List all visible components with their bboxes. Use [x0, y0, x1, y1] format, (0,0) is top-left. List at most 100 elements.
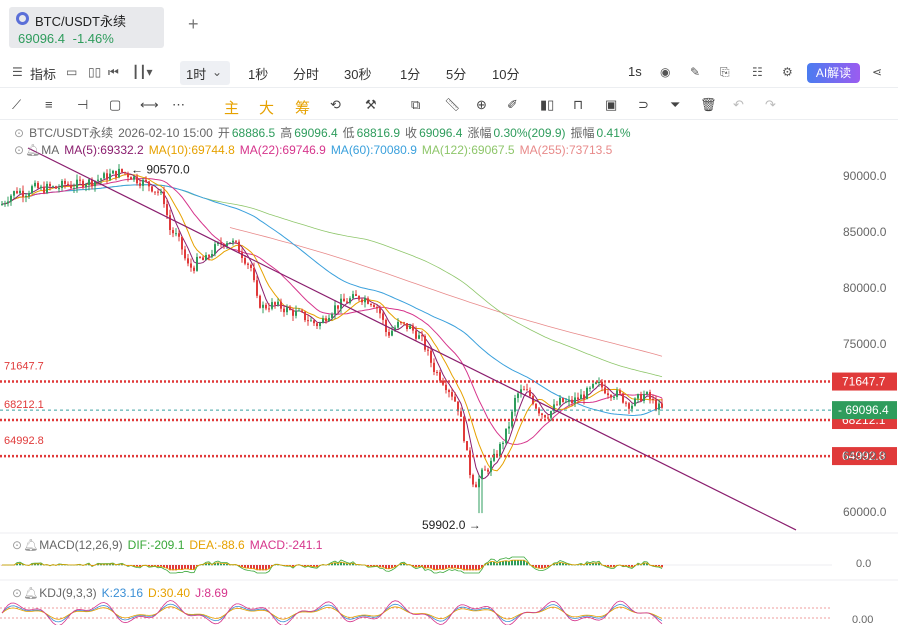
candle-body — [598, 381, 600, 383]
kdj-j: J:8.69 — [195, 586, 228, 600]
indicator-icon[interactable]: ☰ — [12, 65, 23, 79]
rectangle-tool-icon[interactable]: ▢ — [109, 97, 121, 113]
candle-body — [622, 393, 624, 403]
candle-body — [490, 460, 492, 472]
large-order-tool[interactable]: 大 — [259, 97, 274, 118]
interval-1m[interactable]: 1分 — [400, 64, 420, 83]
template-icon[interactable]: ▭ — [66, 65, 77, 79]
indicators-button[interactable]: 指标 — [30, 64, 56, 83]
sync-icon[interactable]: ⟲ — [330, 97, 341, 113]
trendline[interactable] — [27, 147, 797, 531]
layout-icon[interactable]: ▯▯ — [88, 65, 101, 79]
camera-icon[interactable]: ◉ — [660, 65, 670, 79]
candle-body — [448, 390, 450, 393]
undo-icon[interactable]: ↶ — [733, 97, 744, 113]
candle-body — [658, 403, 660, 410]
candle-body — [427, 349, 429, 351]
copy-icon[interactable]: ⧉ — [411, 97, 420, 113]
kdj-bell-icon[interactable]: 🔔︎ — [23, 586, 38, 600]
ma255-value: MA(255):73713.5 — [519, 143, 613, 157]
horizontal-levels[interactable]: 71647.771647.768212.168212.164992.864992… — [0, 361, 897, 466]
interval-1s[interactable]: 1秒 — [248, 64, 268, 83]
main-chip-tool[interactable]: 主 — [224, 97, 239, 118]
symbol-tab[interactable]: BTC/USDT永续 69096.4 -1.46% — [9, 7, 164, 48]
range-tool-icon[interactable]: ⟷ — [140, 97, 159, 113]
candle-body — [418, 335, 420, 339]
interval-30s[interactable]: 30秒 — [344, 64, 371, 83]
trash-icon[interactable]: 🗑︎ — [700, 97, 717, 113]
candle-body — [55, 186, 57, 189]
bell-icon[interactable]: 🔔︎ — [25, 143, 40, 157]
replay-icon[interactable]: ⏮ — [108, 65, 119, 80]
ai-interpret-button[interactable]: AI解读 — [807, 63, 860, 83]
more-tools-icon[interactable]: ⋯ — [172, 97, 185, 113]
speed-setting[interactable]: 1s — [628, 64, 642, 79]
candle-body — [361, 299, 363, 303]
trendline-tool-icon[interactable]: ⟋ — [12, 97, 21, 113]
candle-body — [283, 308, 285, 313]
legend-open-label: 开 — [217, 126, 230, 140]
macd-bell-icon[interactable]: 🔔︎ — [23, 538, 38, 552]
ma-legend: ⊙🔔︎MA MA(5):69332.2 MA(10):69744.8 MA(22):6… — [14, 143, 617, 157]
interval-timeshare[interactable]: 分时 — [293, 64, 319, 83]
interval-10m[interactable]: 10分 — [492, 64, 519, 83]
interval-5m[interactable]: 5分 — [446, 64, 466, 83]
filter-icon[interactable]: ⏷ — [670, 97, 680, 113]
candle-body — [7, 201, 9, 204]
candle-body — [187, 258, 189, 264]
lock-icon[interactable]: ⊓ — [573, 97, 583, 113]
candle-body — [265, 304, 267, 309]
chip-distribution-tool[interactable]: 筹 — [295, 97, 310, 118]
chart-type-icon[interactable]: ┃┃▾ — [132, 65, 152, 79]
candle-body — [1, 204, 3, 206]
candle-body — [232, 240, 234, 243]
redo-icon[interactable]: ↷ — [765, 97, 776, 113]
magic-tool-icon[interactable]: ⚒ — [365, 97, 377, 113]
pencil-icon[interactable]: ✎ — [690, 65, 700, 79]
ruler-icon[interactable]: 📏︎ — [444, 97, 461, 113]
share-icon[interactable]: ⋖ — [872, 65, 882, 79]
macd-bar — [460, 565, 462, 569]
chevron-down-icon[interactable]: ⌄ — [212, 65, 222, 79]
horizontal-lines-tool-icon[interactable]: ≡ — [45, 97, 53, 112]
kdj-d: D:30.40 — [148, 586, 191, 600]
candle-body — [355, 294, 357, 296]
interval-1h[interactable]: 1时 — [186, 64, 206, 83]
y-tick-label: 85000.0 — [843, 225, 887, 239]
zoom-in-icon[interactable]: ⊕ — [476, 97, 487, 113]
candle-body — [640, 394, 642, 401]
collapse-ma-icon[interactable]: ⊙ — [14, 143, 24, 157]
legend-symbol: BTC/USDT永续 — [29, 126, 114, 140]
settings-gear-icon[interactable]: ⚙ — [782, 65, 793, 79]
candle-body — [133, 176, 135, 180]
macd-bar — [502, 561, 504, 566]
collapse-kdj-icon[interactable]: ⊙ — [12, 586, 22, 600]
collapse-icon[interactable]: ⊙ — [14, 126, 24, 140]
ma-name: MA — [41, 143, 60, 157]
list-icon[interactable]: ☷ — [752, 65, 763, 79]
alert-icon[interactable]: ⎘ — [720, 65, 730, 80]
trendline-segment — [27, 147, 797, 531]
candle-body — [247, 263, 249, 265]
collapse-macd-icon[interactable]: ⊙ — [12, 538, 22, 552]
candle-body — [76, 179, 78, 188]
candle-body — [436, 371, 438, 373]
candlestick-series — [1, 164, 663, 514]
kdj-k-line — [1, 603, 663, 623]
macd-bar — [442, 565, 444, 570]
image-icon[interactable]: ▣ — [605, 97, 617, 113]
candle-body — [58, 188, 60, 190]
price-axis[interactable]: 90000.0 85000.0 80000.0 75000.0 65000.0 60000… — [843, 169, 887, 519]
candle-body — [169, 215, 171, 230]
add-tab-button[interactable]: + — [188, 14, 199, 35]
candle-body — [556, 404, 558, 406]
candle-body — [403, 322, 405, 324]
macd-bar — [514, 560, 516, 566]
ray-tool-icon[interactable]: ⊣ — [77, 97, 88, 113]
candle-body — [205, 255, 207, 261]
brush-icon[interactable]: ✐ — [507, 97, 518, 113]
magnet-icon[interactable]: ⊃ — [638, 97, 649, 113]
macd-bar — [439, 565, 441, 570]
candle-icon[interactable]: ▮▯ — [540, 97, 554, 113]
candle-body — [211, 254, 213, 257]
